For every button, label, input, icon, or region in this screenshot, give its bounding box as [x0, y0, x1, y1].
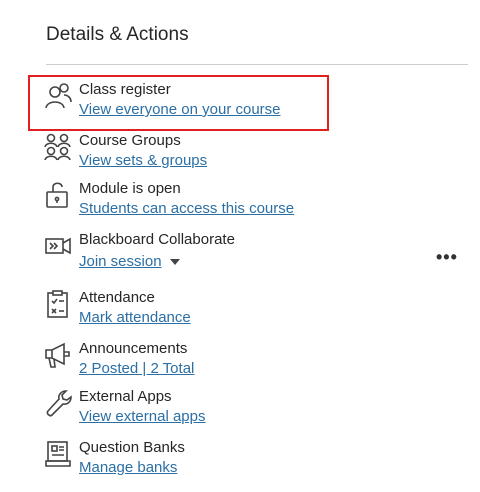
wrench-icon	[44, 388, 72, 418]
details-item-attendance: Attendance Mark attendance	[44, 289, 464, 335]
item-label: Module is open	[79, 180, 181, 197]
details-item-external-apps: External Apps View external apps	[44, 388, 464, 434]
divider	[46, 64, 468, 65]
megaphone-icon	[44, 340, 72, 370]
item-label: Question Banks	[79, 439, 185, 456]
details-item-module-open: Module is open Students can access this …	[44, 180, 464, 226]
join-session-label: Join session	[79, 253, 162, 270]
details-item-collaborate: Blackboard Collaborate Join session	[44, 231, 464, 277]
more-options-icon[interactable]: •••	[436, 247, 458, 268]
unlocked-padlock-icon	[44, 180, 72, 210]
join-session-link[interactable]: Join session	[79, 253, 180, 270]
mark-attendance-link[interactable]: Mark attendance	[79, 309, 191, 326]
item-label: Attendance	[79, 289, 155, 306]
module-access-link[interactable]: Students can access this course	[79, 200, 294, 217]
question-bank-icon	[44, 439, 72, 469]
groups-icon	[44, 132, 72, 162]
item-label: Blackboard Collaborate	[79, 231, 235, 248]
item-label: External Apps	[79, 388, 172, 405]
page-title: Details & Actions	[46, 24, 189, 45]
view-sets-groups-link[interactable]: View sets & groups	[79, 152, 207, 169]
item-label: Announcements	[79, 340, 188, 357]
video-camera-icon	[44, 231, 72, 261]
item-label: Course Groups	[79, 132, 181, 149]
chevron-down-icon[interactable]	[169, 259, 180, 266]
details-item-announcements: Announcements 2 Posted | 2 Total	[44, 340, 464, 386]
clipboard-checklist-icon	[44, 289, 72, 319]
highlight-box	[28, 75, 329, 131]
manage-banks-link[interactable]: Manage banks	[79, 459, 177, 476]
details-item-question-banks: Question Banks Manage banks	[44, 439, 464, 485]
details-item-course-groups: Course Groups View sets & groups	[44, 132, 464, 178]
view-external-apps-link[interactable]: View external apps	[79, 408, 205, 425]
announcements-posted-link[interactable]: 2 Posted | 2 Total	[79, 360, 194, 377]
